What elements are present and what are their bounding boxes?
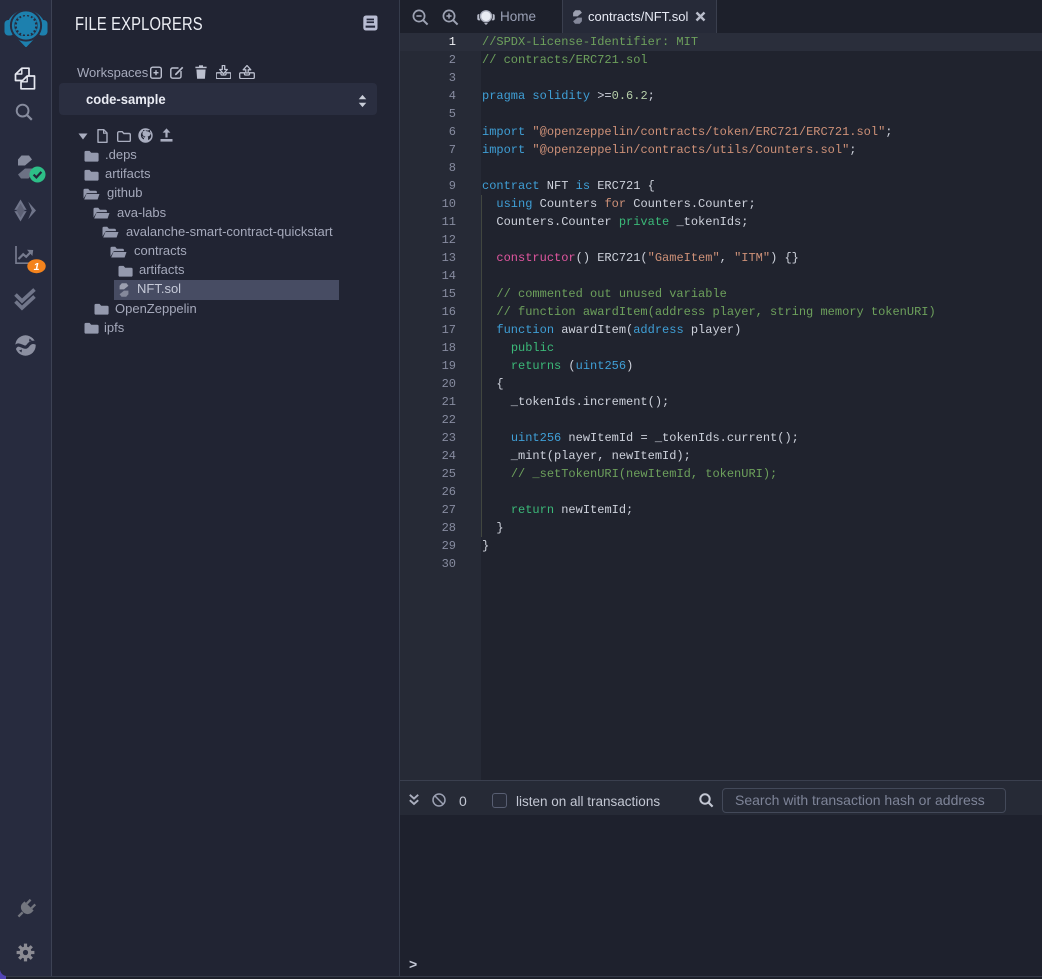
svg-text:1: 1 bbox=[34, 260, 40, 272]
